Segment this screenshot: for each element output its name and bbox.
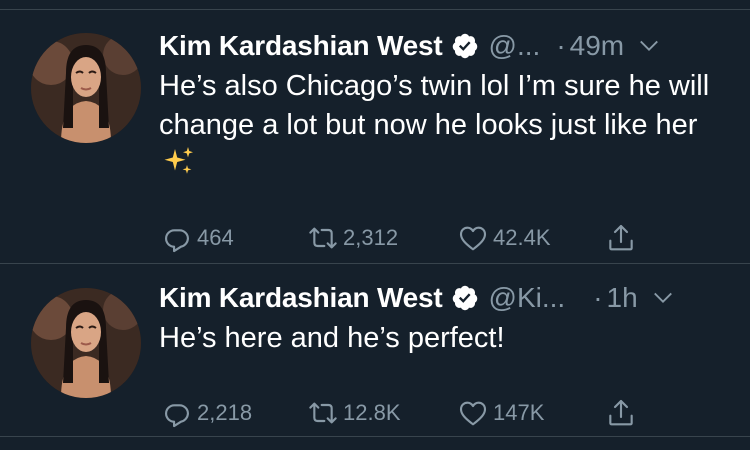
avatar[interactable]: [31, 288, 141, 398]
like-count: 147K: [493, 400, 545, 425]
tweet-body: Kim Kardashian West @... · 49m He’s also…: [159, 26, 730, 253]
tweet-body: Kim Kardashian West @Ki... · 1h He’s her…: [159, 278, 730, 428]
chevron-down-icon[interactable]: [652, 287, 674, 309]
tweet[interactable]: Kim Kardashian West @... · 49m He’s also…: [0, 10, 750, 263]
retweet-button[interactable]: 12.8K: [307, 396, 401, 430]
tweet-actions: 2,218 12.8K 147K: [159, 396, 659, 430]
verified-badge-icon: [451, 284, 479, 312]
reply-count: 2,218: [197, 400, 253, 425]
like-button[interactable]: 42.4K: [457, 221, 551, 255]
reply-icon: [165, 229, 189, 253]
tweet-actions: 464 2,312 42.4K: [159, 221, 659, 255]
author-handle[interactable]: @...: [489, 30, 541, 62]
like-icon: [459, 401, 487, 426]
tweet[interactable]: Kim Kardashian West @Ki... · 1h He’s her…: [0, 264, 750, 436]
timestamp[interactable]: 49m: [570, 30, 624, 62]
reply-button[interactable]: 2,218: [161, 396, 252, 430]
share-button[interactable]: [605, 221, 637, 255]
tweet-header: Kim Kardashian West @... · 49m: [159, 26, 730, 66]
reply-button[interactable]: 464: [161, 221, 234, 255]
verified-badge-icon: [451, 32, 479, 60]
tweet-header: Kim Kardashian West @Ki... · 1h: [159, 278, 730, 318]
retweet-icon: [309, 402, 337, 424]
separator-dot: ·: [593, 282, 603, 313]
author-name[interactable]: Kim Kardashian West: [159, 282, 443, 314]
divider: [0, 436, 750, 437]
avatar[interactable]: [31, 33, 141, 143]
tweet-text-content: He’s also Chicago’s twin lol I’m sure he…: [159, 70, 710, 141]
author-name[interactable]: Kim Kardashian West: [159, 30, 443, 62]
retweet-count: 2,312: [343, 225, 399, 250]
retweet-button[interactable]: 2,312: [307, 221, 398, 255]
like-icon: [459, 226, 487, 251]
retweet-count: 12.8K: [343, 400, 401, 425]
tweet-text: He’s here and he’s perfect!: [159, 322, 505, 354]
share-icon: [609, 224, 633, 251]
retweet-icon: [309, 227, 337, 249]
like-button[interactable]: 147K: [457, 396, 544, 430]
timestamp[interactable]: 1h: [607, 282, 638, 314]
reply-icon: [165, 404, 189, 428]
share-icon: [609, 399, 633, 426]
chevron-down-icon[interactable]: [638, 35, 660, 57]
author-handle[interactable]: @Ki...: [489, 282, 566, 314]
like-count: 42.4K: [493, 225, 551, 250]
tweet-text: He’s also Chicago’s twin lol I’m sure he…: [159, 67, 729, 184]
sparkles-emoji: [163, 145, 195, 177]
tweet-feed: Kim Kardashian West @... · 49m He’s also…: [0, 0, 750, 450]
separator-dot: ·: [556, 30, 566, 61]
reply-count: 464: [197, 225, 234, 250]
share-button[interactable]: [605, 396, 637, 430]
